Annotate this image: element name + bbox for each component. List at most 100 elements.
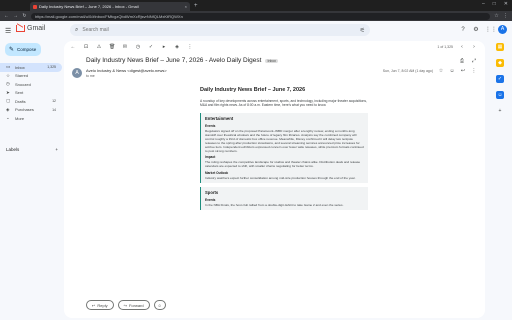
maximize-icon[interactable]: □ — [493, 1, 496, 7]
settings-gear-icon[interactable]: ⚙ — [472, 26, 480, 33]
sidebar-item-label: Purchases — [15, 107, 34, 113]
sidebar-item-inbox[interactable]: ▭ Inbox 1,325 — [0, 63, 62, 72]
star-icon: ☆ — [6, 72, 11, 78]
sidebar-item-drafts[interactable]: ▢ Drafts 12 — [0, 97, 62, 106]
search-input[interactable] — [82, 27, 356, 33]
calendar-icon[interactable]: ▦ — [496, 43, 504, 51]
more-options-icon[interactable]: ⋮ — [471, 68, 477, 74]
archive-icon[interactable]: ⊡ — [83, 44, 89, 50]
reply-arrow-icon: ↩ — [92, 302, 96, 308]
chevron-down-icon: ⌄ — [6, 115, 10, 121]
gmail-logo[interactable]: Gmail — [16, 25, 45, 32]
newsletter-intro: A roundup of key developments across ent… — [200, 99, 367, 108]
section-title: Entertainment — [205, 115, 234, 121]
sidebar-item-count: 1,325 — [47, 65, 56, 70]
main-menu-icon[interactable]: ☰ — [5, 27, 11, 35]
recipient-text[interactable]: to me — [86, 74, 95, 78]
header-actions: ? ⚙ ⋮⋮ A — [459, 25, 507, 34]
sender-name[interactable]: Avelo Industry & News <digest@avelo.news… — [86, 68, 167, 73]
forward-button[interactable]: ↪ Forward — [117, 300, 150, 310]
sidebar-item-sent[interactable]: ➤ Sent — [0, 89, 62, 98]
inbox-icon: ▭ — [6, 64, 11, 70]
search-bar[interactable]: ⌕ ⚟ — [70, 24, 370, 36]
forward-arrow-icon: ↪ — [123, 302, 127, 308]
sidebar-item-label: Inbox — [15, 64, 25, 70]
search-icon[interactable]: ⌕ — [75, 27, 78, 34]
sidebar-item-starred[interactable]: ☆ Starred — [0, 72, 62, 81]
clock-icon: ◷ — [6, 81, 10, 87]
compose-button[interactable]: ✎ Compose — [5, 43, 41, 56]
sidebar-item-label: Sent — [15, 90, 24, 96]
forward-label: Forward — [128, 302, 144, 308]
message-toolbar: ← ⊡ ⚠ 🗑 ✉ ◷ ✓ ▸ ◈ ⋮ — [70, 44, 193, 50]
open-new-window-icon[interactable]: ⤢ — [471, 58, 477, 64]
sidebar-item-more[interactable]: ⌄ More — [0, 114, 62, 123]
forward-icon[interactable]: → — [13, 13, 18, 19]
snooze-icon[interactable]: ◷ — [135, 44, 141, 50]
reply-icon[interactable]: ↩ — [460, 68, 466, 74]
add-label-button[interactable]: + — [55, 147, 58, 152]
search-options-icon[interactable]: ⚟ — [360, 27, 365, 34]
minimize-icon[interactable]: – — [482, 1, 485, 7]
reply-bar: ↩ Reply ↪ Forward ☺ — [86, 300, 166, 310]
add-task-icon[interactable]: ✓ — [148, 44, 154, 50]
subsection-heading: Events — [205, 123, 216, 128]
subsection-heading: Events — [205, 197, 216, 202]
sender-row: A Avelo Industry & News <digest@avelo.ne… — [72, 68, 477, 82]
reload-icon[interactable]: ↻ — [22, 13, 27, 19]
report-spam-icon[interactable]: ⚠ — [96, 44, 102, 50]
omnibox[interactable]: https://mail.google.com/mail/u/0/#inbox/… — [31, 12, 490, 20]
inbox-label-badge[interactable]: Inbox — [265, 58, 279, 63]
account-avatar[interactable]: A — [498, 25, 507, 34]
emoji-icon: ☺ — [157, 302, 162, 308]
back-icon[interactable]: ← — [4, 13, 9, 19]
bookmark-star-icon[interactable]: ☆ — [494, 13, 499, 19]
pagination-text: 1 of 1,325 — [437, 45, 453, 49]
new-tab-button[interactable]: + — [194, 2, 198, 10]
help-icon[interactable]: ? — [459, 27, 467, 33]
labels-header: Labels + — [6, 147, 58, 152]
move-to-icon[interactable]: ▸ — [161, 44, 167, 50]
reply-button[interactable]: ↩ Reply — [86, 300, 114, 310]
sidebar-item-label: Snoozed — [15, 81, 31, 87]
pagination-controls: 1 of 1,325 ‹ › — [437, 44, 477, 50]
browser-tab[interactable]: Daily Industry News Brief – June 7, 2026… — [30, 2, 190, 11]
close-tab-icon[interactable]: × — [185, 4, 187, 9]
subsection-heading: Market Outlook — [205, 170, 229, 175]
emoji-button[interactable]: ☺ — [153, 300, 166, 310]
next-message-icon[interactable]: › — [471, 44, 477, 50]
add-addon-icon[interactable]: + — [496, 107, 504, 115]
tasks-icon[interactable]: ✓ — [496, 75, 504, 83]
sidebar-item-label: Drafts — [15, 98, 26, 104]
prev-message-icon[interactable]: ‹ — [459, 44, 465, 50]
send-icon: ➤ — [6, 89, 10, 95]
gmail-header: ☰ Gmail ⌕ ⚟ ? ⚙ ⋮⋮ A — [0, 21, 512, 41]
sidebar-item-purchases[interactable]: ◈ Purchases 14 — [0, 106, 62, 115]
subsection-text: In the NBA Finals, the host club rallied… — [205, 202, 344, 207]
sidebar-item-label: Starred — [15, 73, 29, 79]
close-window-icon[interactable]: ✕ — [504, 1, 508, 7]
keep-icon[interactable]: ◆ — [496, 59, 504, 67]
print-icon[interactable]: ⎙ — [459, 58, 465, 64]
browser-menu-icon[interactable]: ⋮ — [503, 13, 508, 19]
email-body: Daily Industry News Brief – June 7, 2026… — [200, 87, 368, 311]
apps-grid-icon[interactable]: ⋮⋮ — [485, 26, 497, 33]
gmail-favicon-icon — [33, 4, 37, 9]
gmail-wordmark: Gmail — [27, 25, 46, 32]
subsection-heading: Impact — [205, 155, 216, 160]
mark-unread-icon[interactable]: ✉ — [122, 44, 128, 50]
gmail-m-icon — [16, 25, 25, 32]
tag-icon: ◈ — [6, 106, 10, 112]
delete-icon[interactable]: 🗑 — [109, 44, 115, 50]
subject-actions: ⎙ ⤢ — [459, 58, 477, 64]
sender-avatar: A — [72, 68, 82, 78]
label-icon[interactable]: ◈ — [174, 44, 180, 50]
star-message-icon[interactable]: ☆ — [438, 68, 444, 74]
contacts-icon[interactable]: ☺ — [496, 91, 504, 99]
address-bar-row: ← → ↻ https://mail.google.com/mail/u/0/#… — [0, 11, 512, 21]
labels-title: Labels — [6, 147, 20, 152]
more-actions-icon[interactable]: ⋮ — [187, 44, 193, 50]
sidebar-item-snoozed[interactable]: ◷ Snoozed — [0, 80, 62, 89]
back-to-inbox-icon[interactable]: ← — [70, 44, 76, 50]
emoji-react-icon[interactable]: ☺ — [449, 68, 455, 74]
